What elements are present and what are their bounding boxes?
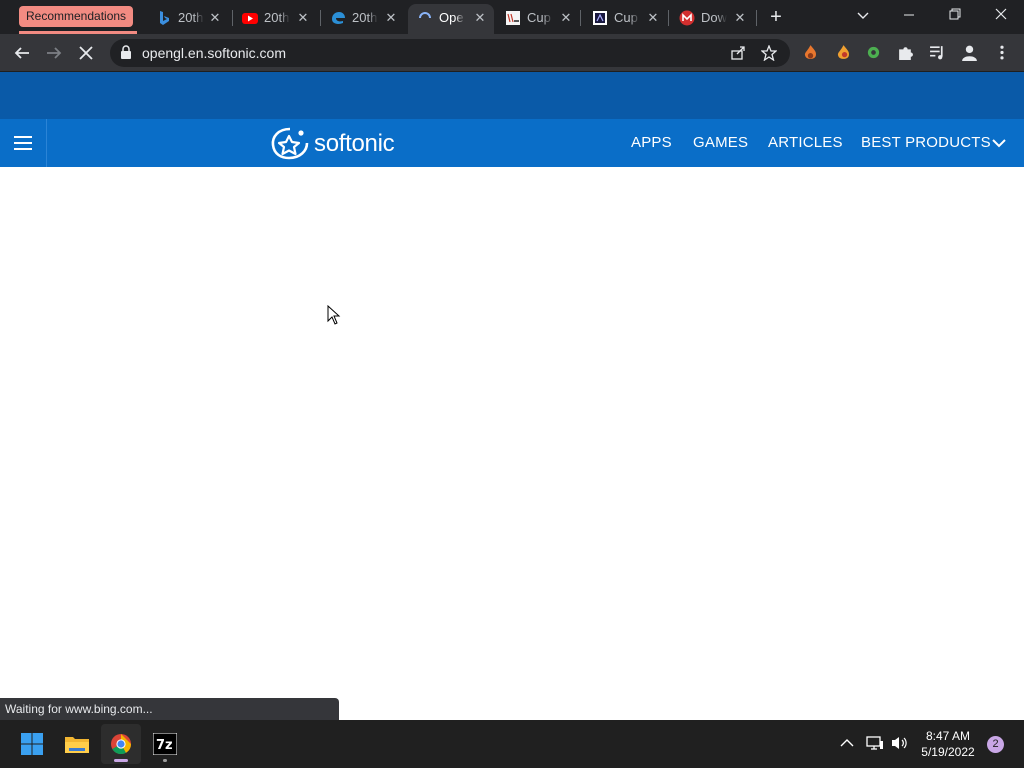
top-banner (0, 72, 1024, 119)
close-tab-icon[interactable]: ✕ (558, 10, 574, 26)
stop-loading-icon[interactable] (74, 41, 98, 65)
clock-date: 5/19/2022 (921, 745, 975, 759)
nav-games[interactable]: GAMES (693, 119, 748, 167)
tab-title: 20th (264, 10, 290, 25)
tab-7[interactable]: Dow ✕ (670, 4, 754, 32)
network-icon[interactable] (866, 735, 884, 751)
hamburger-menu-icon[interactable] (0, 119, 47, 167)
logo-text: softonic (314, 130, 395, 157)
system-clock[interactable]: 8:47 AM 5/19/2022 (914, 728, 982, 760)
restore-icon[interactable] (932, 0, 978, 32)
windows-taskbar: 7z 8:47 AM 5/19/2022 (0, 720, 1024, 768)
nav-articles[interactable]: ARTICLES (768, 119, 843, 167)
extension-gear-icon[interactable] (866, 45, 881, 60)
running-indicator (163, 759, 167, 762)
status-bubble: Waiting for www.bing.com... (0, 698, 339, 720)
minimize-icon[interactable] (886, 0, 932, 32)
loading-spinner-icon (419, 12, 431, 19)
reading-list-icon[interactable] (929, 44, 946, 61)
close-tab-icon[interactable]: ✕ (732, 10, 748, 26)
volume-icon[interactable] (891, 735, 909, 751)
clock-time: 8:47 AM (925, 729, 971, 743)
tab-title: Dow (701, 10, 727, 25)
close-tab-icon[interactable]: ✕ (645, 10, 661, 26)
m-logo-icon (679, 10, 695, 26)
browser-toolbar: opengl.en.softonic.com (0, 34, 1024, 72)
tab-1[interactable]: 20th ✕ (147, 4, 229, 32)
chrome-taskbar-button[interactable] (101, 724, 141, 764)
site-navigation: softonic APPS GAMES ARTICLES BEST PRODUC… (0, 119, 1024, 167)
close-window-icon[interactable] (978, 0, 1024, 32)
address-bar[interactable]: opengl.en.softonic.com (110, 39, 790, 67)
tab-search-chevron-icon[interactable] (840, 0, 886, 32)
folder-icon (65, 737, 89, 753)
dark-page-icon (593, 11, 607, 25)
nav-apps[interactable]: APPS (631, 119, 672, 167)
file-explorer-button[interactable] (57, 724, 97, 764)
tab-title: 20th (178, 10, 204, 25)
tab-title: Ope (439, 10, 464, 25)
close-tab-icon[interactable]: ✕ (472, 10, 488, 26)
youtube-icon (242, 13, 258, 24)
tab-4-active[interactable]: Ope ✕ (408, 4, 494, 34)
share-icon[interactable] (730, 45, 746, 61)
7zip-taskbar-button[interactable]: 7z (145, 724, 185, 764)
new-tab-plus-icon[interactable]: + (766, 7, 786, 27)
windows-logo-icon (21, 733, 43, 755)
extension-fire2-icon[interactable] (835, 44, 852, 61)
chrome-icon (111, 734, 132, 755)
tab-separator (580, 10, 581, 26)
7zip-icon: 7z (153, 733, 177, 755)
start-button[interactable] (12, 724, 52, 764)
chevron-down-icon[interactable] (992, 136, 1006, 150)
nav-best-products[interactable]: BEST PRODUCTS (861, 119, 991, 167)
tab-title: Cup (614, 10, 638, 25)
running-indicator (114, 759, 128, 762)
tab-6[interactable]: Cup ✕ (583, 4, 667, 32)
extension-fire-icon[interactable] (802, 44, 819, 61)
url-text: opengl.en.softonic.com (142, 45, 286, 61)
extensions-puzzle-icon[interactable] (897, 44, 914, 61)
bookmark-star-icon[interactable] (761, 45, 777, 61)
profile-avatar-icon[interactable] (960, 43, 979, 62)
tab-separator (668, 10, 669, 26)
menu-kebab-icon[interactable] (997, 44, 1007, 61)
edge-icon (332, 12, 345, 24)
web-page: softonic APPS GAMES ARTICLES BEST PRODUC… (0, 72, 1024, 720)
close-tab-icon[interactable]: ✕ (295, 10, 311, 26)
lock-icon (121, 45, 131, 59)
forward-arrow-icon[interactable] (42, 41, 66, 65)
mouse-cursor-icon (327, 305, 341, 325)
show-hidden-icons-chevron-icon[interactable] (840, 738, 854, 748)
close-tab-icon[interactable]: ✕ (207, 10, 223, 26)
browser-tab-strip: Recommendations 20th ✕ 20th ✕ 20th ✕ Ope… (0, 0, 1024, 34)
document-icon (506, 11, 520, 25)
tab-group-label[interactable]: Recommendations (19, 6, 134, 27)
softonic-star-logo-icon (271, 127, 309, 160)
tab-separator (756, 10, 757, 26)
tab-title: Cup (527, 10, 551, 25)
tab-5[interactable]: Cup ✕ (496, 4, 580, 32)
back-arrow-icon[interactable] (10, 41, 34, 65)
svg-text:7z: 7z (156, 738, 173, 753)
notification-badge[interactable]: 2 (987, 736, 1004, 753)
bing-icon (160, 11, 169, 25)
tab-2[interactable]: 20th ✕ (233, 4, 317, 32)
tab-title: 20th (352, 10, 378, 25)
close-tab-icon[interactable]: ✕ (383, 10, 399, 26)
tab-3[interactable]: 20th ✕ (321, 4, 405, 32)
